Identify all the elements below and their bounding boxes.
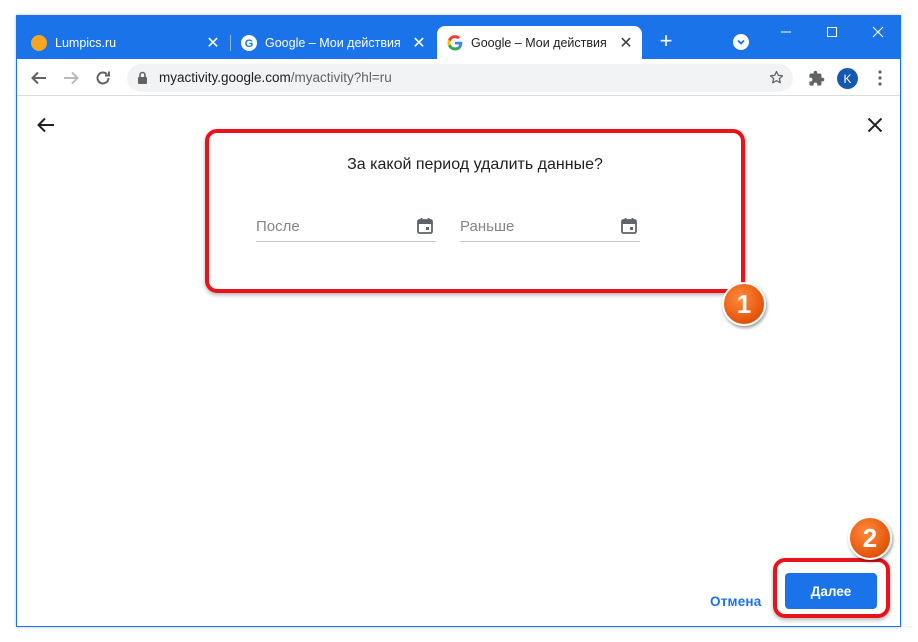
close-tab-icon[interactable]: ✕ [409,33,429,53]
close-tab-icon[interactable]: ✕ [616,33,636,53]
forward-icon[interactable] [58,65,84,91]
back-icon[interactable] [26,65,52,91]
svg-text:G: G [245,38,254,50]
url-path: /myactivity?hl=ru [290,70,392,85]
lumpics-favicon-icon [31,34,47,51]
tab-title: Lumpics.ru [55,35,117,50]
back-arrow-icon[interactable] [35,114,57,136]
address-bar[interactable]: myactivity.google.com/myactivity?hl=ru [127,64,793,92]
profile-avatar[interactable]: K [837,68,858,89]
lock-icon [137,71,148,90]
url-host: myactivity.google.com [159,70,291,85]
browser-toolbar: myactivity.google.com/myactivity?hl=ru K [17,59,900,96]
reload-icon[interactable] [90,65,116,91]
bookmark-star-icon[interactable] [768,69,785,91]
tab-my-activity-2[interactable]: Google – Мои действия ✕ [437,26,642,59]
step-badge-1: 1 [722,282,766,326]
title-bar: Lumpics.ru ✕ G Google – Мои действия ✕ G… [17,16,900,59]
maximize-icon[interactable] [817,20,847,44]
highlight-frame-period [205,129,745,293]
tab-title: Google – Мои действия [265,35,401,50]
cancel-button[interactable]: Отмена [710,594,761,609]
tab-title: Google – Мои действия [471,35,607,50]
minimize-icon[interactable] [771,20,801,44]
menu-kebab-icon[interactable] [867,65,893,91]
highlight-frame-next [773,558,890,618]
close-window-icon[interactable] [863,20,893,44]
google-favicon-icon: G [241,34,257,51]
browser-window: Lumpics.ru ✕ G Google – Мои действия ✕ G… [16,15,901,627]
google-favicon-icon [447,34,463,51]
tab-my-activity-1[interactable]: G Google – Мои действия ✕ [231,26,435,59]
tab-search-icon[interactable] [733,34,749,50]
step-badge-2: 2 [848,516,892,560]
new-tab-plus-icon[interactable]: + [654,30,678,54]
close-tab-icon[interactable]: ✕ [203,33,223,53]
tab-lumpics[interactable]: Lumpics.ru ✕ [21,26,229,59]
close-dialog-icon[interactable] [864,114,886,136]
url-text: myactivity.google.com/myactivity?hl=ru [159,70,392,85]
extensions-icon[interactable] [803,65,829,91]
